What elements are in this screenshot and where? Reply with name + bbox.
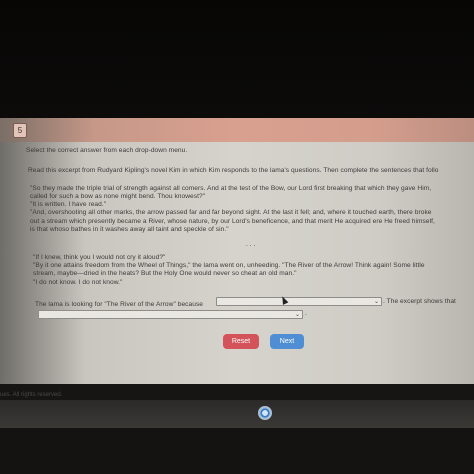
next-button[interactable]: Next [270,334,304,349]
chevron-down-icon: ⌄ [373,299,379,305]
question-header-bar: 5 [0,118,474,142]
sentence-period: . [305,310,307,317]
chrome-icon[interactable] [258,406,272,420]
screen: 5 Select the correct answer from each dr… [0,0,474,474]
copyright-footer: ues. All rights reserved. [0,392,63,398]
excerpt-line: "I do not know. I do not know." [33,279,123,286]
instruction-text: Select the correct answer from each drop… [26,147,188,154]
taskbar [0,400,474,428]
excerpt-line: "And, overshooting all other marks, the … [30,209,432,216]
ellipsis: . . . [246,241,256,248]
prompt-text: Read this excerpt from Rudyard Kipling's… [28,167,439,174]
excerpt-line: is that whoso bathes in it washes away a… [30,226,229,233]
monitor-bezel [0,428,474,474]
answer-dropdown-1[interactable]: ⌄ [216,297,382,306]
sentence-2-text: . The excerpt shows that [383,298,456,305]
sentence-1-text: The lama is looking for "The River of th… [35,301,204,308]
reset-button[interactable]: Reset [223,334,259,349]
answer-dropdown-2[interactable]: ⌄ [38,310,303,319]
question-number: 5 [13,123,27,138]
chevron-down-icon: ⌄ [294,312,300,318]
excerpt-line: stream, maybe—dried in the heats? But th… [33,270,297,277]
